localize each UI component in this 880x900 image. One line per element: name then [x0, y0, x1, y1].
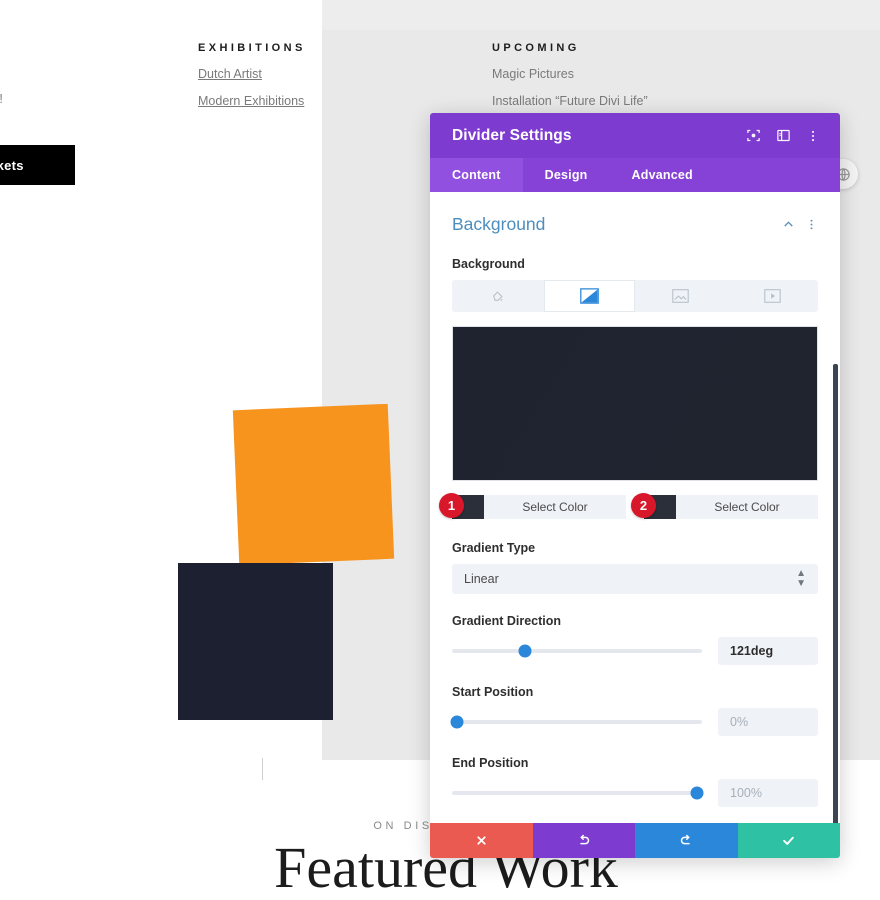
column-heading: S — [0, 40, 3, 52]
exhibitions-heading: EXHIBITIONS — [198, 42, 306, 54]
vertical-divider — [262, 758, 263, 780]
column-item: losed ! — [0, 92, 3, 106]
color-stop-1-select-color-button[interactable]: Select Color — [484, 495, 626, 519]
color-stop-2-select-color-button[interactable]: Select Color — [676, 495, 818, 519]
end-position-value[interactable]: 100% — [718, 779, 818, 807]
gradient-type-value: Linear — [464, 572, 499, 586]
tab-content[interactable]: Content — [430, 158, 523, 192]
site-column-exhibitions: EXHIBITIONS Dutch Artist Modern Exhibiti… — [198, 42, 306, 108]
color-stop-2-badge: 2 — [631, 493, 656, 518]
background-section-header[interactable]: Background — [452, 214, 818, 235]
focus-target-icon[interactable] — [740, 123, 766, 149]
section-title: Background — [452, 214, 546, 234]
upcoming-item-magic-pictures: Magic Pictures — [492, 67, 574, 81]
redo-button[interactable] — [635, 823, 738, 858]
start-position-knob[interactable] — [450, 715, 464, 729]
start-position-label: Start Position — [452, 685, 534, 699]
tickets-button[interactable]: Tickets — [0, 145, 75, 185]
gradient-type-label: Gradient Type — [452, 541, 536, 555]
modal-title: Divider Settings — [452, 126, 572, 144]
gradient-preview[interactable] — [452, 326, 818, 481]
link-dutch-artist[interactable]: Dutch Artist — [198, 67, 306, 81]
column-item: - — [0, 65, 3, 79]
more-options-icon[interactable] — [800, 123, 826, 149]
gradient-direction-slider[interactable] — [452, 644, 702, 658]
background-gradient-icon[interactable] — [543, 280, 635, 312]
background-image-icon[interactable] — [635, 280, 727, 312]
link-modern-exhibitions[interactable]: Modern Exhibitions — [198, 94, 306, 108]
end-position-field: End Position 100% — [452, 756, 818, 807]
end-position-label: End Position — [452, 756, 529, 770]
gradient-type-select[interactable]: Linear ▲ ▼ — [452, 564, 818, 594]
modal-scrollbar[interactable] — [833, 364, 838, 823]
cancel-button[interactable] — [430, 823, 533, 858]
more-options-icon[interactable] — [805, 218, 818, 231]
chevron-up-icon[interactable] — [782, 218, 795, 231]
gradient-direction-label: Gradient Direction — [452, 614, 562, 628]
color-stop-1-badge: 1 — [439, 493, 464, 518]
start-position-slider[interactable] — [450, 715, 702, 729]
end-position-knob[interactable] — [690, 786, 704, 800]
site-column-upcoming: UPCOMING Magic Pictures Installation “Fu… — [492, 42, 648, 108]
gradient-color-stops: 1 Select Color 2 Select Color — [439, 493, 818, 519]
modal-header: Divider Settings — [430, 113, 840, 158]
grey-panel-top — [322, 0, 880, 30]
gradient-direction-value[interactable]: 121deg — [718, 637, 818, 665]
tab-advanced[interactable]: Advanced — [610, 158, 715, 192]
select-arrows-icon: ▲ ▼ — [796, 568, 806, 589]
undo-button[interactable] — [532, 823, 635, 858]
upcoming-item-installation: Installation “Future Divi Life” — [492, 94, 648, 108]
start-position-field: Start Position 0% — [450, 685, 818, 736]
gradient-direction-field: Gradient Direction 121deg — [452, 614, 818, 665]
modal-scroll-area: Background Background 1 Select Color 2 S… — [430, 192, 840, 823]
color-stop-1: 1 Select Color — [439, 493, 626, 519]
panel-layout-icon[interactable] — [770, 123, 796, 149]
upcoming-heading: UPCOMING — [492, 42, 580, 54]
gradient-direction-knob[interactable] — [518, 644, 531, 658]
gradient-type-field: Gradient Type Linear ▲ ▼ — [452, 541, 818, 594]
background-color-icon[interactable] — [452, 280, 544, 312]
background-label: Background — [452, 257, 525, 271]
end-position-slider[interactable] — [452, 786, 704, 800]
dark-square-graphic — [178, 563, 333, 720]
modal-tabs: Content Design Advanced — [430, 158, 840, 192]
modal-footer — [430, 823, 840, 858]
divider-settings-modal: Divider Settings Content Design Advanced… — [430, 113, 840, 858]
background-type-tabs — [452, 280, 818, 312]
start-position-value[interactable]: 0% — [718, 708, 818, 736]
save-button[interactable] — [737, 823, 840, 858]
color-stop-2: 2 Select Color — [631, 493, 818, 519]
tab-design[interactable]: Design — [523, 158, 610, 192]
site-column-left: S - losed ! — [0, 40, 3, 106]
background-video-icon[interactable] — [727, 280, 819, 312]
orange-square-graphic — [232, 403, 395, 566]
